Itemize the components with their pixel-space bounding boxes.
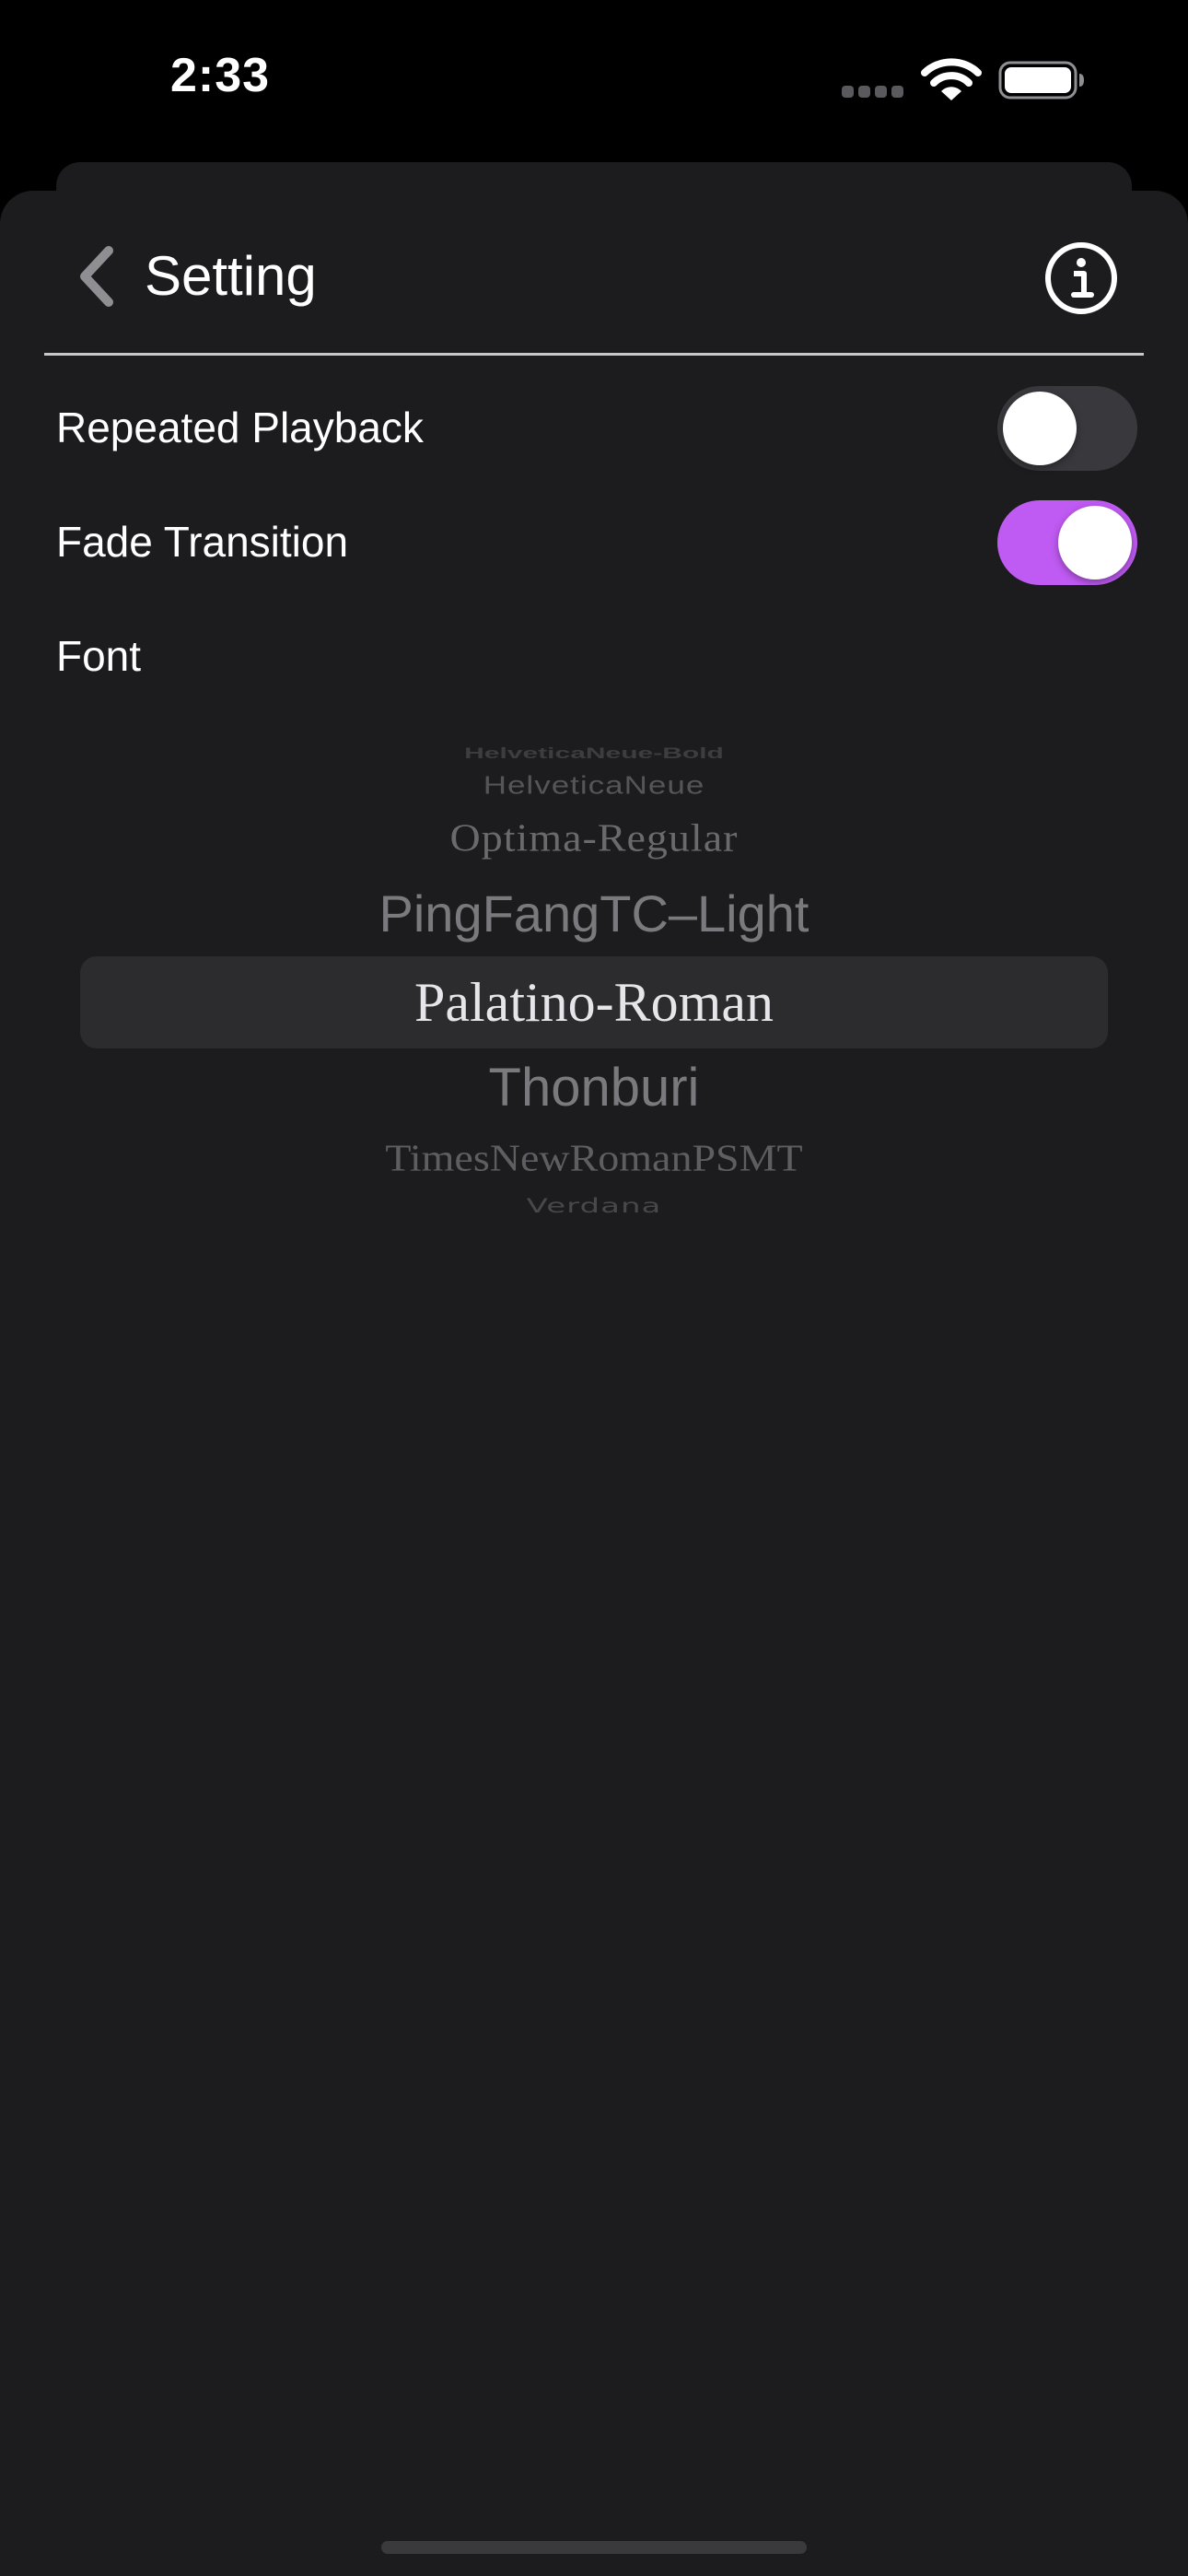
font-picker[interactable]: HelveticaNeue-Bold HelveticaNeue Optima-… <box>0 737 1188 1253</box>
picker-option-verdana[interactable]: Verdana <box>0 1194 1188 1218</box>
picker-option-helveticaneue[interactable]: HelveticaNeue <box>0 770 1188 802</box>
toggle-knob <box>1058 506 1132 580</box>
battery-icon <box>998 61 1085 100</box>
page-title: Setting <box>145 245 317 307</box>
header-divider <box>44 353 1144 356</box>
toggle-knob <box>1003 392 1077 465</box>
fade-transition-toggle[interactable] <box>997 500 1137 585</box>
repeated-playback-label: Repeated Playback <box>56 404 424 451</box>
home-indicator[interactable] <box>381 2541 807 2554</box>
picker-option-timesnewromanpsmt[interactable]: TimesNewRomanPSMT <box>0 1135 1188 1181</box>
picker-option-pingfangtc-light[interactable]: PingFangTC–Light <box>0 882 1188 946</box>
fade-transition-label: Fade Transition <box>56 518 349 566</box>
cellular-signal-icon <box>842 86 903 99</box>
picker-option-helveticaneue-bold[interactable]: HelveticaNeue-Bold <box>0 746 1188 762</box>
status-bar: 2:33 <box>0 0 1188 162</box>
wifi-icon <box>921 57 982 103</box>
picker-option-thonburi[interactable]: Thonburi <box>0 1056 1188 1120</box>
status-time: 2:33 <box>170 49 271 102</box>
chevron-left-icon[interactable] <box>72 241 127 311</box>
font-label: Font <box>56 632 142 680</box>
picker-option-palatino-roman[interactable]: Palatino-Roman <box>0 962 1188 1043</box>
repeated-playback-toggle[interactable] <box>997 386 1137 471</box>
info-circle-icon[interactable] <box>1043 240 1119 316</box>
picker-option-optima-regular[interactable]: Optima-Regular <box>0 814 1188 862</box>
